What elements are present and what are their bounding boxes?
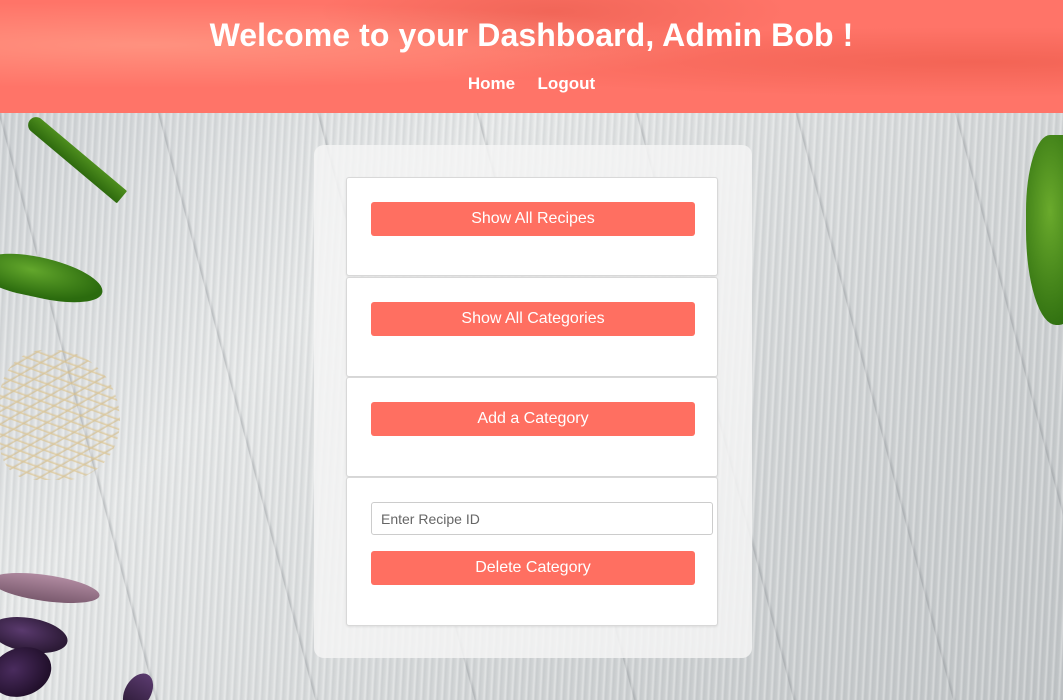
green-pepper-image [0,245,107,311]
recipe-id-input[interactable] [371,502,713,535]
show-all-categories-button[interactable]: Show All Categories [371,302,695,336]
show-categories-card: Show All Categories [346,277,718,377]
page-header: Welcome to your Dashboard, Admin Bob ! H… [0,0,1063,113]
green-chili-image [24,113,128,204]
green-pepper-image-right [1026,135,1063,325]
show-recipes-card: Show All Recipes [346,177,718,276]
purple-pepper-image [116,668,160,700]
page-title: Welcome to your Dashboard, Admin Bob ! [209,17,854,53]
add-category-button[interactable]: Add a Category [371,402,695,436]
delete-category-button[interactable]: Delete Category [371,551,695,585]
purple-pepper-image [0,567,102,609]
main-nav: Home Logout [0,74,1063,94]
add-category-card: Add a Category [346,377,718,477]
nav-logout-link[interactable]: Logout [538,74,596,93]
show-all-recipes-button[interactable]: Show All Recipes [371,202,695,236]
nav-home-link[interactable]: Home [468,74,515,93]
dashboard-panel: Show All Recipes Show All Categories Add… [314,145,752,658]
scallion-roots-image [0,350,120,480]
delete-category-card: Delete Category [346,477,718,626]
